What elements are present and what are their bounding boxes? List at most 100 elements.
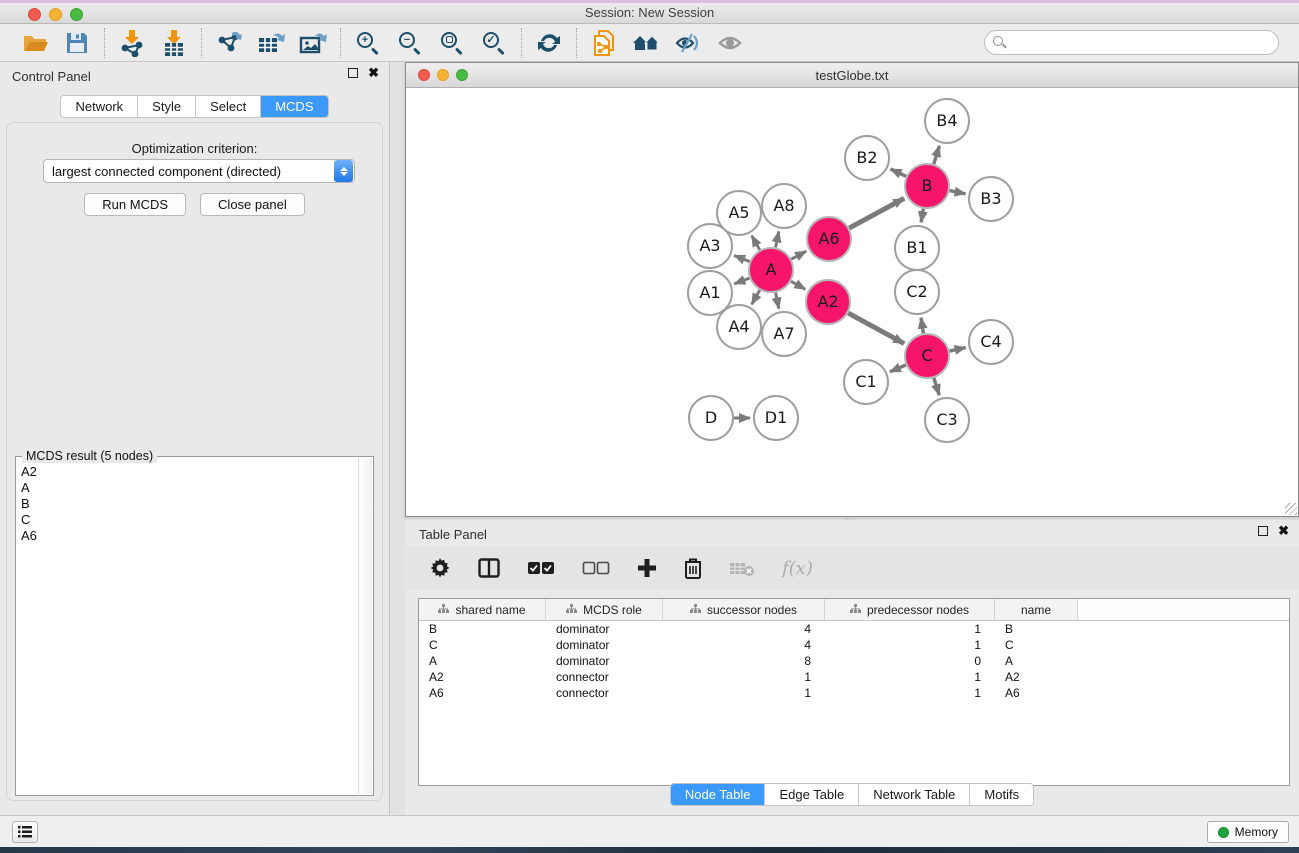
graph-edge[interactable] — [791, 281, 805, 289]
mcds-result-list[interactable]: A2ABCA6 — [17, 458, 357, 794]
graph-edge[interactable] — [752, 236, 760, 250]
memory-button[interactable]: Memory — [1207, 821, 1289, 843]
graph-node-label: A3 — [699, 236, 720, 255]
graph-node-label: C3 — [936, 410, 957, 429]
graphics-details-icon[interactable] — [672, 28, 704, 58]
close-table-panel-icon[interactable]: ✖ — [1278, 526, 1289, 536]
task-history-button[interactable] — [12, 821, 38, 843]
tab-motifs[interactable]: Motifs — [970, 784, 1033, 805]
export-image-icon[interactable] — [297, 28, 329, 58]
tab-mcds[interactable]: MCDS — [261, 96, 327, 117]
new-network-from-selection-icon[interactable] — [588, 28, 620, 58]
table-body: Bdominator41BCdominator41CAdominator80AA… — [419, 621, 1289, 701]
graph-edge[interactable] — [950, 191, 966, 194]
export-network-icon[interactable] — [213, 28, 245, 58]
tab-network[interactable]: Network — [61, 96, 138, 117]
graph-edge[interactable] — [848, 313, 904, 344]
column-header-predecessor-nodes[interactable]: predecessor nodes — [825, 599, 995, 620]
column-layout-icon[interactable] — [478, 558, 500, 578]
result-list-item[interactable]: A2 — [21, 464, 353, 480]
close-panel-button[interactable]: Close panel — [200, 193, 305, 216]
table-cell: A6 — [419, 686, 546, 700]
graph-node-label: C2 — [906, 282, 927, 301]
criterion-dropdown[interactable]: largest connected component (directed) — [43, 159, 355, 183]
dropdown-stepper-icon — [334, 160, 353, 182]
delete-column-icon[interactable] — [684, 557, 702, 579]
control-panel-title: Control Panel — [12, 69, 91, 84]
result-list-item[interactable]: B — [21, 496, 353, 512]
table-row[interactable]: A2connector11A2 — [419, 669, 1289, 685]
graph-edge[interactable] — [734, 256, 749, 262]
graph-node-label: C1 — [855, 372, 876, 391]
zoom-fit-icon[interactable] — [436, 28, 468, 58]
network-canvas[interactable]: B4B2BB3A8A5A6A3B1AA1C2A2A4A7C4CC1DD1C3 — [406, 88, 1298, 516]
tab-edge-table[interactable]: Edge Table — [765, 784, 859, 805]
search-input[interactable] — [984, 30, 1279, 55]
table-cell: A2 — [995, 670, 1078, 684]
function-builder-icon[interactable]: f(x) — [782, 558, 813, 579]
resize-handle[interactable] — [1285, 503, 1297, 515]
result-scrollbar[interactable] — [358, 458, 372, 794]
zoom-in-icon[interactable]: + — [352, 28, 384, 58]
node-table: shared nameMCDS rolesuccessor nodesprede… — [418, 598, 1290, 786]
toolbar-separator — [340, 28, 341, 58]
show-hide-details-icon[interactable] — [714, 28, 746, 58]
graph-edge[interactable] — [934, 378, 939, 395]
graph-edge[interactable] — [776, 231, 779, 247]
graph-edge[interactable] — [776, 293, 779, 309]
table-row[interactable]: Cdominator41C — [419, 637, 1289, 653]
control-panel: Control Panel ✖ Network Style Select MCD… — [0, 62, 390, 815]
settings-icon[interactable] — [429, 557, 451, 579]
float-panel-icon[interactable] — [348, 68, 358, 78]
result-list-item[interactable]: C — [21, 512, 353, 528]
import-table-icon[interactable] — [158, 28, 190, 58]
graph-edge[interactable] — [890, 365, 906, 372]
graph-edge[interactable] — [921, 318, 923, 334]
graph-node-label: A5 — [728, 203, 749, 222]
export-table-icon[interactable] — [255, 28, 287, 58]
graph-edge[interactable] — [734, 278, 749, 284]
result-list-item[interactable]: A — [21, 480, 353, 496]
deselect-all-checkboxes-icon[interactable] — [582, 561, 610, 575]
table-row[interactable]: Adominator80A — [419, 653, 1289, 669]
open-file-icon[interactable] — [19, 28, 51, 58]
column-header-MCDS-role[interactable]: MCDS role — [546, 599, 663, 620]
graph-edge[interactable] — [891, 169, 907, 176]
first-neighbors-icon[interactable] — [630, 28, 662, 58]
column-header-successor-nodes[interactable]: successor nodes — [663, 599, 825, 620]
table-row[interactable]: Bdominator41B — [419, 621, 1289, 637]
session-title: Session: New Session — [0, 5, 1299, 20]
run-mcds-button[interactable]: Run MCDS — [84, 193, 186, 216]
close-panel-icon[interactable]: ✖ — [368, 68, 379, 78]
result-list-item[interactable]: A6 — [21, 528, 353, 544]
tab-node-table[interactable]: Node Table — [671, 784, 766, 805]
delete-table-icon[interactable] — [729, 559, 755, 577]
graph-edge[interactable] — [791, 251, 806, 259]
zoom-selected-icon[interactable]: ✓ — [478, 28, 510, 58]
select-all-checkboxes-icon[interactable] — [527, 561, 555, 575]
table-cell: 1 — [663, 670, 825, 684]
add-column-icon[interactable] — [637, 558, 657, 578]
column-header-name[interactable]: name — [995, 599, 1078, 620]
table-cell: 4 — [663, 622, 825, 636]
network-window-titlebar[interactable]: testGlobe.txt — [406, 63, 1298, 88]
zoom-out-icon[interactable]: − — [394, 28, 426, 58]
graph-edge[interactable] — [921, 209, 923, 223]
apply-layout-icon[interactable] — [533, 28, 565, 58]
graph-edge[interactable] — [849, 198, 904, 228]
import-network-icon[interactable] — [116, 28, 148, 58]
tab-style[interactable]: Style — [138, 96, 196, 117]
tab-network-table[interactable]: Network Table — [859, 784, 970, 805]
save-session-icon[interactable] — [61, 28, 93, 58]
table-cell: 1 — [825, 686, 995, 700]
status-bar: Memory — [0, 815, 1299, 847]
graph-edge[interactable] — [949, 348, 965, 352]
table-cell: C — [995, 638, 1078, 652]
column-header-shared-name[interactable]: shared name — [419, 599, 546, 620]
graph-edge[interactable] — [752, 290, 760, 304]
graph-edge[interactable] — [934, 146, 940, 164]
tab-select[interactable]: Select — [196, 96, 261, 117]
graph-node-label: B1 — [906, 238, 927, 257]
float-table-panel-icon[interactable] — [1258, 526, 1268, 536]
table-row[interactable]: A6connector11A6 — [419, 685, 1289, 701]
